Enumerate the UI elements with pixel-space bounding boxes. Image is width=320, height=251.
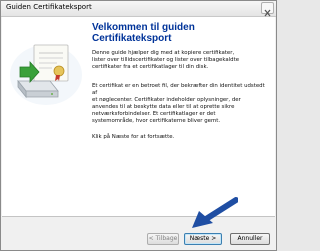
certificate-export-illustration	[2, 17, 87, 216]
back-button[interactable]: < Tilbage	[147, 233, 179, 245]
certificate-icon	[33, 44, 69, 82]
window-title: Guiden Certifikateksport	[6, 3, 92, 11]
intro-paragraph: Denne guide hjælper dig med at kopiere c…	[92, 50, 240, 70]
disk-icon	[17, 79, 59, 99]
wizard-heading: Velkommen til guiden Certifikateksport	[92, 22, 195, 44]
next-button[interactable]: Næste >	[184, 233, 222, 245]
continue-instruction: Klik på Næste for at fortsætte.	[92, 134, 175, 140]
blue-arrow-icon	[192, 197, 238, 228]
close-button[interactable]	[261, 2, 274, 17]
export-wizard-window: Guiden Certifikateksport Velkommen til g…	[0, 0, 277, 251]
title-bar[interactable]: Guiden Certifikateksport	[1, 1, 276, 17]
cancel-button[interactable]: Annuller	[230, 233, 270, 245]
wizard-client-area: Velkommen til guiden Certifikateksport D…	[2, 17, 275, 216]
certificate-description-paragraph: Et certifikat er en betroet fil, der bek…	[92, 83, 265, 124]
